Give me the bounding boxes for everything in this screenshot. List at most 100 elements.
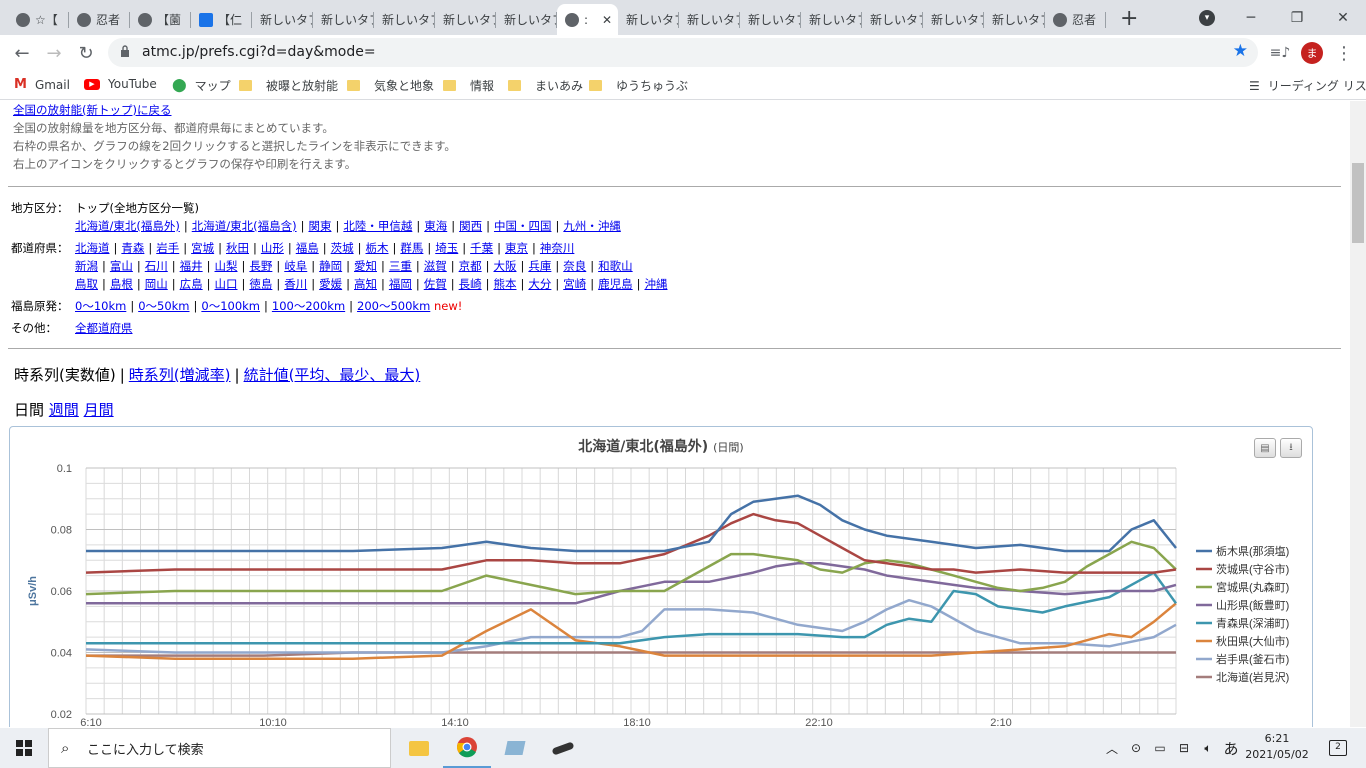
region-link[interactable]: 東海 [424, 219, 447, 233]
prefecture-link[interactable]: 鳥取 [75, 277, 98, 291]
close-tab-icon[interactable]: ✕ [602, 13, 612, 27]
prefecture-link[interactable]: 福島 [296, 241, 319, 255]
region-link[interactable]: 北海道/東北(福島外) [75, 219, 180, 233]
taskbar-app-shape[interactable] [539, 728, 587, 768]
prefecture-link[interactable]: 岩手 [156, 241, 179, 255]
prefecture-link[interactable]: 宮崎 [563, 277, 586, 291]
tab[interactable]: 新しいタブ [618, 4, 679, 35]
view-link-rate[interactable]: 時系列(増減率) [129, 366, 231, 384]
tray-network[interactable]: ⊟ [1174, 728, 1194, 768]
period-link-month[interactable]: 月間 [84, 401, 114, 419]
tab[interactable]: 【薗 [130, 4, 191, 35]
tray-ime[interactable]: あ [1220, 728, 1242, 768]
chart-svg[interactable]: 0.1 0.08 0.06 0.04 0.02 6:10 10:10 14:10 18:10 22… [10, 427, 1312, 727]
tab[interactable]: 新しいタブ [496, 4, 557, 35]
scrollbar-thumb[interactable] [1352, 163, 1364, 243]
tab[interactable]: 新しいタブ [862, 4, 923, 35]
bookmark-folder-weather[interactable]: 気象と地象 [347, 77, 434, 94]
prefecture-link[interactable]: 福井 [180, 259, 203, 273]
prefecture-link[interactable]: 島根 [110, 277, 133, 291]
prefecture-link[interactable]: 愛媛 [319, 277, 342, 291]
legend-item[interactable]: 岩手県(釜石市) [1216, 652, 1289, 666]
reload-button[interactable]: ↻ [72, 39, 100, 67]
prefecture-link[interactable]: 石川 [145, 259, 168, 273]
tab[interactable]: 新しいタブ [740, 4, 801, 35]
taskbar-search-box[interactable]: ⌕ ここに入力して検索 [48, 728, 391, 768]
view-link-stats[interactable]: 統計値(平均、最少、最大) [244, 366, 421, 384]
bookmark-youtube[interactable]: ▶ YouTube [84, 77, 157, 91]
prefecture-link[interactable]: 長崎 [459, 277, 482, 291]
bookmark-star-icon[interactable]: ★ [1233, 41, 1248, 61]
prefecture-link[interactable]: 千葉 [470, 241, 493, 255]
legend-item[interactable]: 青森県(深浦町) [1216, 616, 1289, 630]
tab[interactable]: 新しいタブ [374, 4, 435, 35]
tab[interactable]: 忍者 [1045, 4, 1106, 35]
tray-volume[interactable]: 🔈︎ [1198, 728, 1218, 768]
prefecture-link[interactable]: 静岡 [319, 259, 342, 273]
tab[interactable]: 新しいタブ [923, 4, 984, 35]
bookmark-folder-maiami[interactable]: まいあみ [508, 77, 583, 94]
fukushima-range-link[interactable]: 200～500km [357, 299, 430, 313]
legend-item[interactable]: 北海道(岩見沢) [1216, 670, 1289, 684]
notification-center-button[interactable]: 2 [1318, 728, 1358, 768]
prefecture-link[interactable]: 岐阜 [284, 259, 307, 273]
tab[interactable]: 【仁 [191, 4, 252, 35]
prefecture-link[interactable]: 富山 [110, 259, 133, 273]
menu-button[interactable]: ⋮ [1330, 39, 1358, 67]
prefecture-link[interactable]: 兵庫 [528, 259, 551, 273]
page-scrollbar[interactable] [1350, 101, 1366, 727]
forward-button[interactable]: → [40, 39, 68, 67]
prefecture-link[interactable]: 福岡 [389, 277, 412, 291]
profile-avatar[interactable]: ま [1301, 42, 1323, 64]
prefecture-link[interactable]: 愛知 [354, 259, 377, 273]
prefecture-link[interactable]: 長野 [249, 259, 272, 273]
prefecture-link[interactable]: 香川 [284, 277, 307, 291]
prefecture-link[interactable]: 三重 [389, 259, 412, 273]
prefecture-link[interactable]: 山口 [215, 277, 238, 291]
prefecture-link[interactable]: 鹿児島 [598, 277, 633, 291]
region-link[interactable]: 中国・四国 [494, 219, 552, 233]
region-link[interactable]: 九州・沖縄 [563, 219, 621, 233]
tab[interactable]: 新しいタブ [252, 4, 313, 35]
prefecture-link[interactable]: 埼玉 [435, 241, 458, 255]
tab[interactable]: 新しいタブ [435, 4, 496, 35]
region-link[interactable]: 関西 [459, 219, 482, 233]
prefecture-link[interactable]: 新潟 [75, 259, 98, 273]
legend-item[interactable]: 宮城県(丸森町) [1216, 580, 1289, 594]
prefecture-link[interactable]: 群馬 [400, 241, 423, 255]
all-prefectures-link[interactable]: 全都道府県 [75, 321, 133, 335]
prefecture-link[interactable]: 沖縄 [645, 277, 668, 291]
prefecture-link[interactable]: 北海道 [75, 241, 110, 255]
back-to-top-link[interactable]: 全国の放射能(新トップ)に戻る [13, 103, 171, 117]
tab-active[interactable]: : ✕ [557, 4, 618, 35]
prefecture-link[interactable]: 広島 [180, 277, 203, 291]
media-control-button[interactable]: ≡♪ [1266, 39, 1294, 67]
new-tab-button[interactable]: + [1120, 6, 1138, 31]
prefecture-link[interactable]: 京都 [459, 259, 482, 273]
tab[interactable]: 新しいタブ [313, 4, 374, 35]
region-link[interactable]: 関東 [308, 219, 331, 233]
region-link[interactable]: 北陸・甲信越 [343, 219, 412, 233]
taskbar-file-explorer[interactable] [395, 728, 443, 768]
tab[interactable]: 新しいタブ [679, 4, 740, 35]
bookmark-maps[interactable]: ⬤ マップ [172, 77, 231, 94]
prefecture-link[interactable]: 宮城 [191, 241, 214, 255]
legend-item[interactable]: 栃木県(那須塩) [1216, 544, 1289, 558]
prefecture-link[interactable]: 青森 [121, 241, 144, 255]
address-bar[interactable]: atmc.jp/prefs.cgi?d=day&mode= ★ [108, 38, 1258, 67]
prefecture-link[interactable]: 山形 [261, 241, 284, 255]
legend-item[interactable]: 秋田県(大仙市) [1216, 634, 1289, 648]
prefecture-link[interactable]: 滋賀 [424, 259, 447, 273]
prefecture-link[interactable]: 山梨 [215, 259, 238, 273]
period-link-week[interactable]: 週間 [49, 401, 79, 419]
prefecture-link[interactable]: 栃木 [366, 241, 389, 255]
legend-item[interactable]: 山形県(飯豊町) [1216, 598, 1289, 612]
minimize-button[interactable]: ─ [1228, 0, 1274, 35]
fukushima-range-link[interactable]: 0～100km [201, 299, 260, 313]
fukushima-range-link[interactable]: 0～10km [75, 299, 126, 313]
prefecture-link[interactable]: 和歌山 [598, 259, 633, 273]
tray-meet[interactable]: ⊙ [1126, 728, 1146, 768]
prefecture-link[interactable]: 熊本 [494, 277, 517, 291]
maximize-button[interactable]: ❐ [1274, 0, 1320, 35]
prefecture-link[interactable]: 大分 [528, 277, 551, 291]
